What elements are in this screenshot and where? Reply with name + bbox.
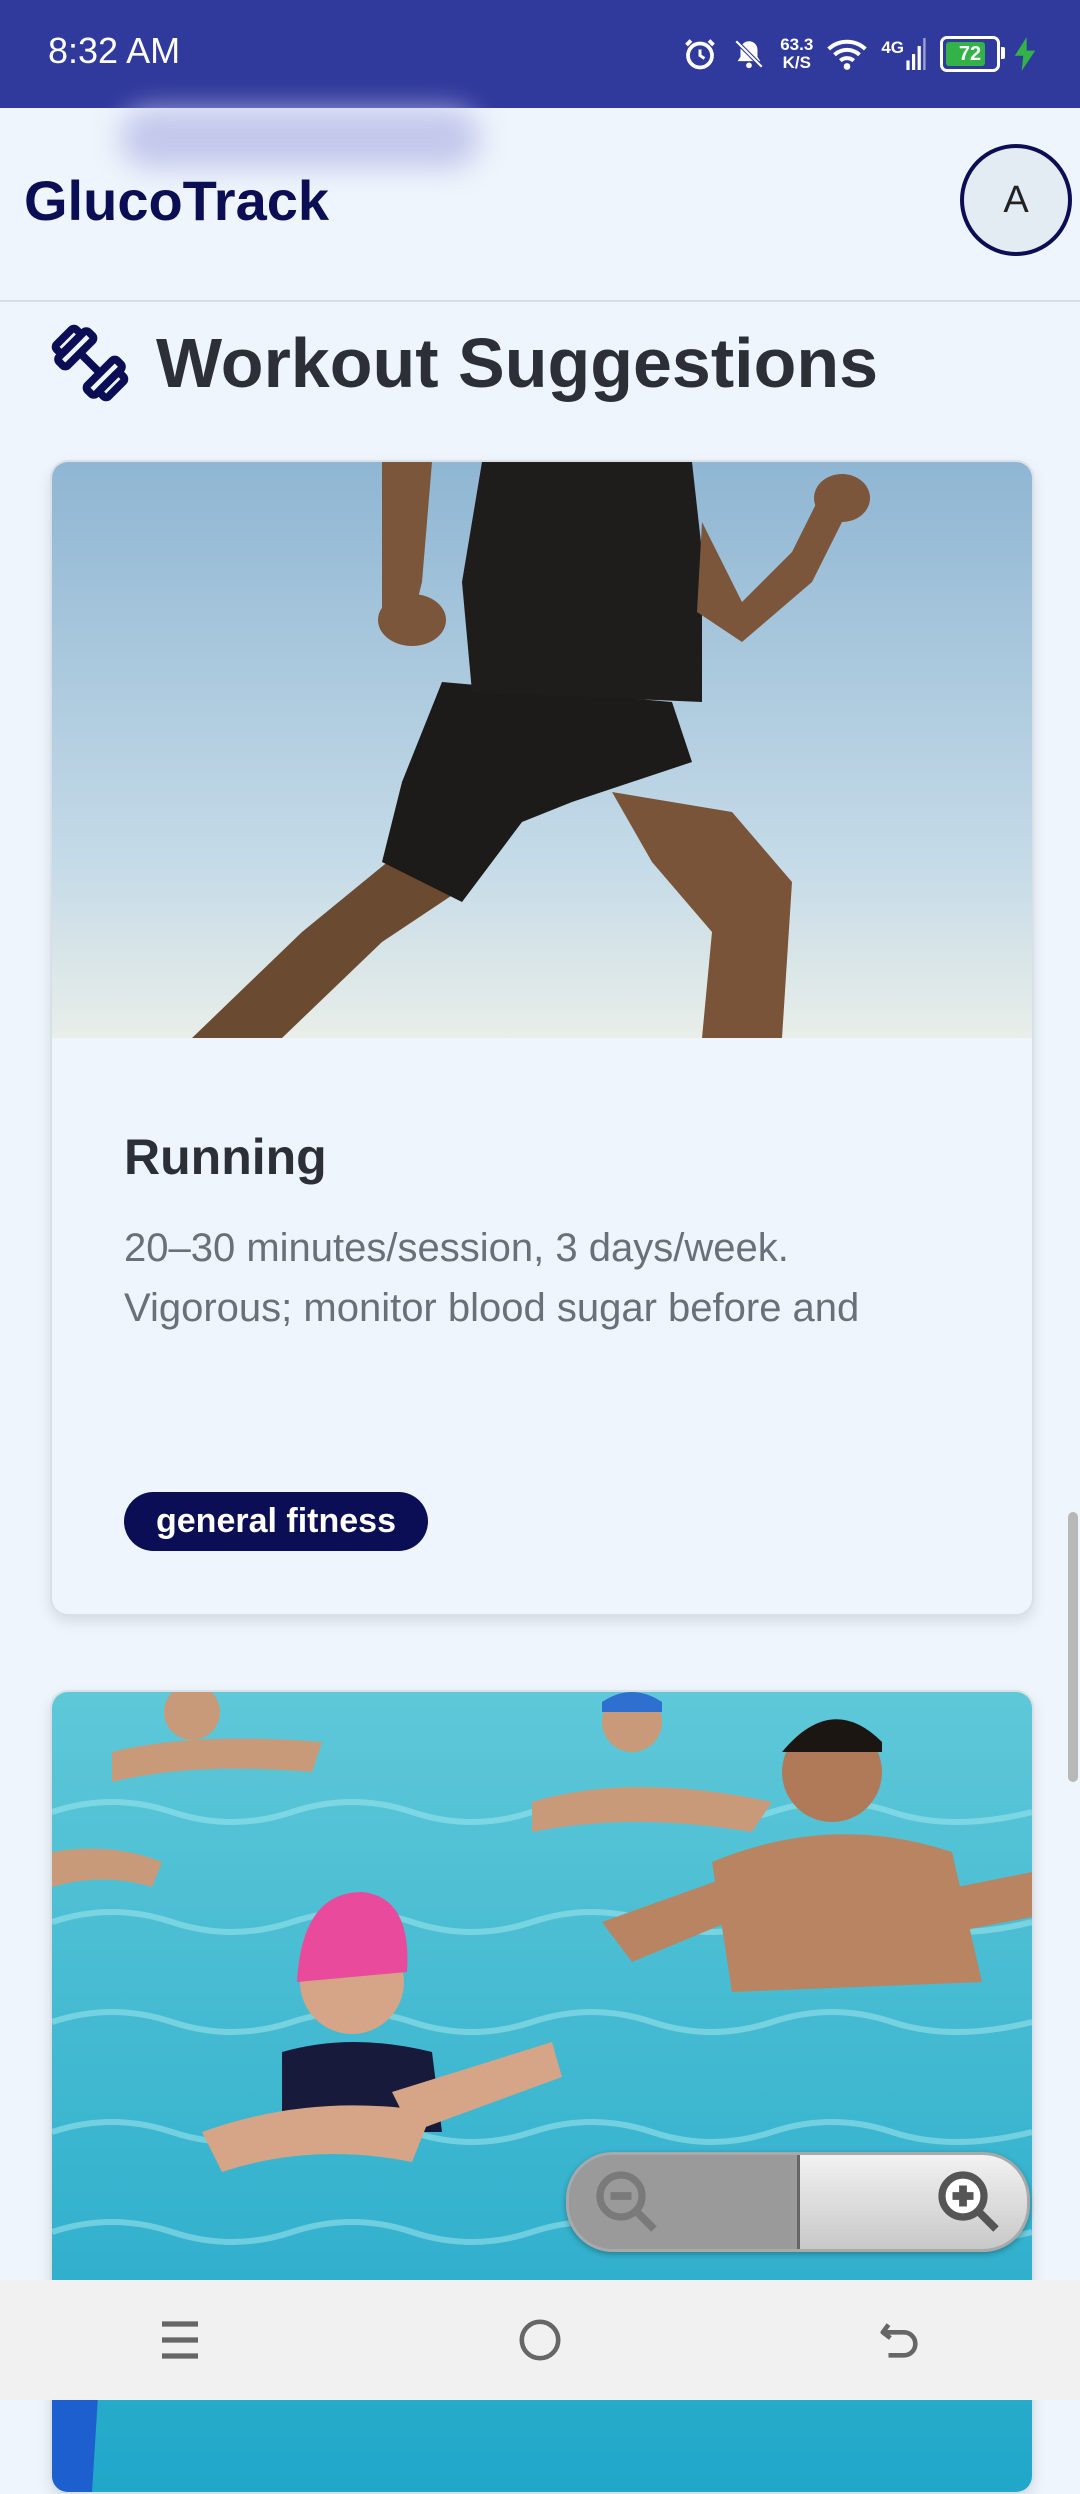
dumbbell-icon <box>51 324 129 402</box>
system-nav-bar <box>0 2280 1080 2400</box>
avatar-initial: A <box>1003 178 1029 221</box>
charging-bolt-icon <box>1014 37 1036 71</box>
back-button[interactable] <box>840 2300 960 2380</box>
mute-bell-icon <box>734 39 764 69</box>
status-icons: 63.3 K/S 4G 72 <box>682 28 1036 80</box>
back-icon <box>880 2323 918 2358</box>
battery-indicator: 72 <box>940 36 1005 72</box>
workout-title: Running <box>124 1129 327 1185</box>
home-button[interactable] <box>480 2300 600 2380</box>
section-heading: Workout Suggestions <box>48 318 878 408</box>
workout-tag[interactable]: general fitness <box>124 1492 428 1551</box>
app-title: GlucoTrack <box>24 169 330 232</box>
workout-description: 20–30 minutes/session, 3 days/week. Vigo… <box>124 1226 860 1330</box>
alarm-icon <box>685 39 716 70</box>
zoom-out-button[interactable] <box>569 2155 800 2249</box>
menu-icon <box>162 2321 198 2359</box>
wifi-icon <box>827 39 868 70</box>
network-speed: 63.3 K/S <box>780 35 814 72</box>
status-time: 8:32 AM <box>48 30 181 71</box>
signal-icon <box>906 38 926 70</box>
running-photo <box>52 462 1032 1038</box>
home-icon <box>519 2319 561 2361</box>
status-bar: 8:32 AM 63.3 K/S 4G 72 <box>0 0 1080 108</box>
zoom-out-icon <box>596 2171 657 2232</box>
section-title: Workout Suggestions <box>156 324 879 402</box>
header-blur-decoration <box>120 108 480 168</box>
avatar[interactable]: A <box>960 144 1072 256</box>
app-header: GlucoTrack A <box>0 108 1080 302</box>
zoom-in-icon <box>938 2171 999 2232</box>
scrollbar-thumb[interactable] <box>1068 1512 1078 1782</box>
menu-button[interactable] <box>120 2300 240 2380</box>
zoom-in-button[interactable] <box>799 2155 1027 2249</box>
cell-signal: 4G <box>881 38 926 70</box>
zoom-control <box>566 2152 1030 2252</box>
workout-card-running[interactable]: Running 20–30 minutes/session, 3 days/we… <box>50 460 1034 1616</box>
card-body: Running 20–30 minutes/session, 3 days/we… <box>52 1128 1032 1551</box>
